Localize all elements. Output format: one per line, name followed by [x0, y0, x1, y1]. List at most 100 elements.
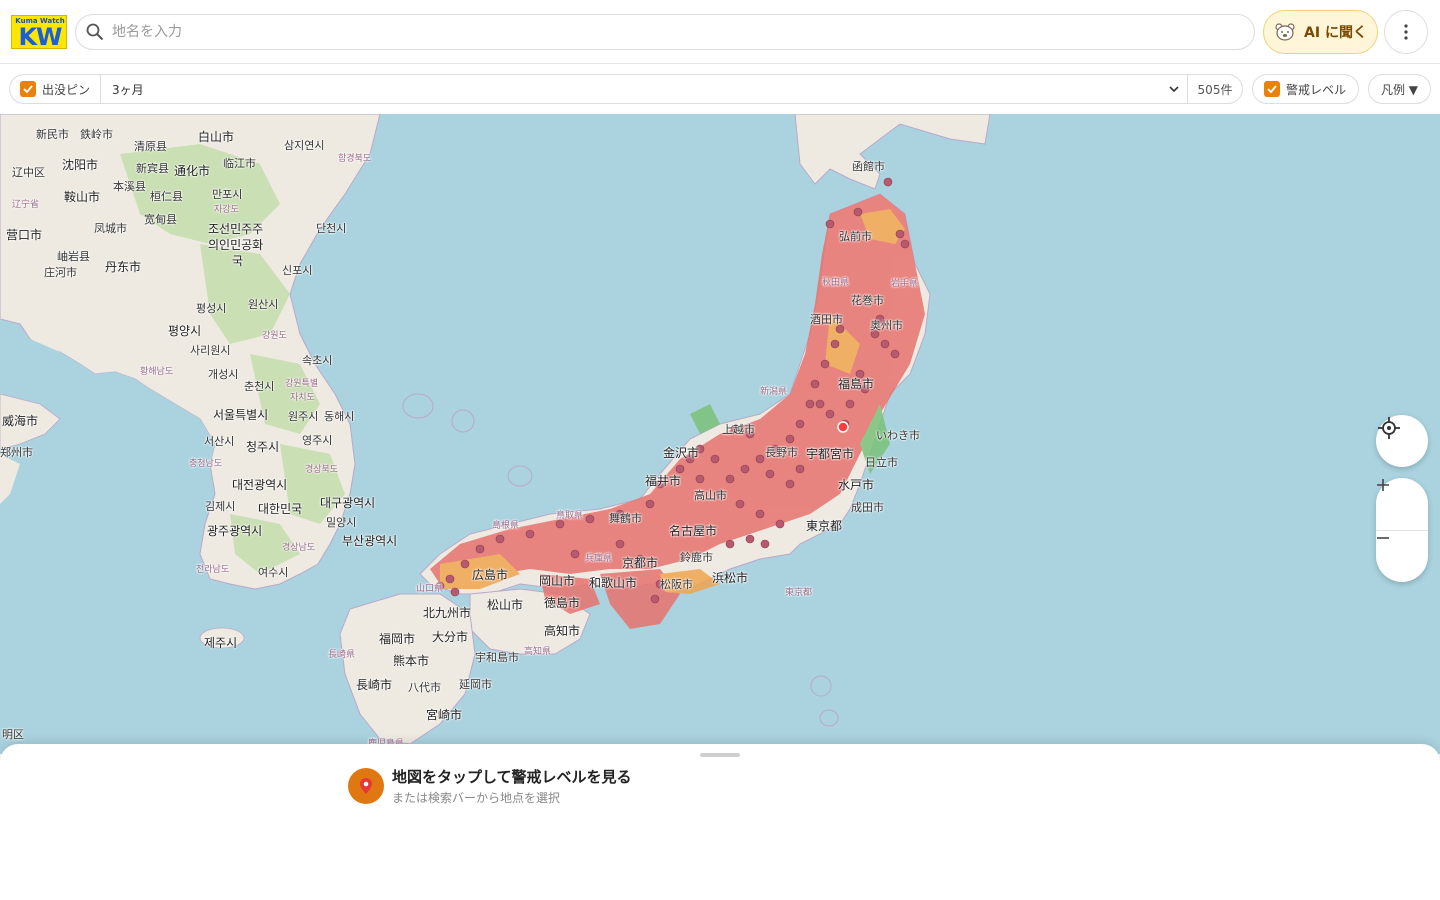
bottom-sheet: 地図をタップして警戒レベルを見る または検索バーから地点を選択: [0, 744, 1440, 900]
map-place-label: 松阪市: [660, 578, 693, 591]
map-place-label: 凤城市: [94, 222, 127, 235]
plus-icon: [1377, 479, 1389, 491]
pins-checkbox[interactable]: [20, 81, 36, 97]
more-menu-button[interactable]: [1384, 10, 1428, 54]
map-place-label: 新潟県: [760, 387, 788, 397]
map-place-label: 花巻市: [851, 294, 884, 307]
map-place-label: 桓仁县: [150, 190, 183, 203]
map-place-label: 松山市: [487, 598, 524, 612]
sighting-count: 505件: [1188, 74, 1243, 104]
map-place-label: 名古屋市: [669, 524, 718, 538]
map-place-label: 函館市: [852, 160, 885, 173]
more-vertical-icon: [1404, 24, 1408, 40]
map-place-label: 辽宁省: [12, 200, 40, 210]
search-input[interactable]: [112, 19, 1232, 45]
map-place-label: 兵庫県: [585, 554, 613, 564]
hokkaido-landmass: [794, 114, 991, 190]
map-place-label: 강원특별: [285, 379, 319, 389]
map-place-label: 鳥取県: [556, 511, 584, 521]
search-bar[interactable]: [75, 14, 1255, 50]
sheet-drag-handle[interactable]: [700, 753, 740, 757]
locate-me-button[interactable]: [1376, 415, 1428, 467]
map-place-label: 上越市: [722, 423, 755, 436]
map-place-label: 사리원시: [190, 344, 231, 357]
map-place-label: 長崎県: [328, 650, 356, 660]
map-place-label: 속초시: [302, 354, 333, 367]
logo-main-text: KW: [18, 23, 62, 51]
map-place-label: 舞鶴市: [609, 512, 642, 525]
map-place-label: 日立市: [865, 456, 898, 469]
map-place-label: 北九州市: [423, 606, 472, 620]
map-place-label: 원주시: [288, 410, 319, 423]
legend-button[interactable]: 凡例 ▼: [1368, 74, 1431, 104]
map-place-label: いわき市: [876, 429, 920, 442]
current-location-marker: [837, 421, 849, 433]
map-place-label: 奥州市: [870, 319, 903, 332]
map-place-label: 郑州市: [0, 446, 33, 459]
map-place-label: 威海市: [2, 414, 39, 428]
map-place-label: 밀양시: [326, 516, 357, 529]
map-place-label: 의인민공화: [208, 238, 264, 252]
map-place-label: 경상남도: [282, 543, 316, 553]
map-place-label: 만포시: [212, 188, 243, 201]
map-place-label: 단천시: [316, 222, 347, 235]
map-place-label: 成田市: [851, 501, 884, 514]
alert-level-toggle[interactable]: 警戒レベル: [1252, 74, 1359, 104]
map-place-label: 本溪县: [113, 180, 146, 193]
map-place-label: 延岡市: [459, 678, 492, 691]
sighting-pins-toggle[interactable]: 出没ピン: [9, 74, 100, 104]
map-place-label: 개성시: [208, 368, 239, 381]
map-place-label: 宇和島市: [475, 651, 519, 664]
ask-ai-button[interactable]: AI に聞く: [1263, 10, 1378, 54]
map-place-label: 临江市: [223, 157, 256, 170]
map-place-label: 김제시: [205, 500, 236, 513]
map-place-label: 여수시: [258, 566, 289, 579]
kuma-watch-logo[interactable]: Kuma Watch KW: [11, 15, 67, 51]
map-place-label: 宇都宮市: [806, 447, 855, 461]
map-place-label: 沈阳市: [62, 158, 99, 172]
map-place-label: 서산시: [204, 435, 235, 448]
zoom-controls: [1376, 478, 1428, 582]
zoom-out-button[interactable]: [1376, 530, 1428, 582]
period-select[interactable]: 3ヶ月: [100, 74, 1188, 104]
ask-ai-label: AI に聞く: [1304, 25, 1367, 41]
map-place-label: 자강도: [214, 205, 239, 215]
map-place-label: 福井市: [645, 474, 682, 488]
map-place-label: 평성시: [196, 302, 227, 315]
map-place-label: 강원도: [262, 331, 287, 341]
chevron-down-icon: [1169, 86, 1179, 93]
alert-label: 警戒レベル: [1286, 82, 1347, 97]
map-place-label: 八代市: [408, 681, 441, 694]
map-place-label: 신포시: [282, 264, 313, 277]
map-place-label: 자치도: [290, 393, 315, 403]
map-place-label: 대전광역시: [232, 478, 288, 492]
map-place-label: 浜松市: [712, 571, 749, 585]
map-place-label: 경상북도: [305, 465, 339, 475]
map-place-label: 鉄岭市: [80, 128, 113, 141]
period-value: 3ヶ月: [112, 82, 144, 97]
map-place-label: 金沢市: [663, 446, 700, 460]
map-place-label: 弘前市: [839, 230, 872, 243]
map-place-label: 宽甸县: [144, 213, 177, 226]
crosshair-icon: [1378, 417, 1400, 439]
map-place-label: 長崎市: [356, 678, 393, 692]
map-place-label: 福島市: [838, 377, 875, 391]
map-place-label: 岡山市: [539, 574, 576, 588]
map-place-label: 대한민국: [258, 502, 303, 516]
map-place-label: 청주시: [246, 440, 280, 454]
map-place-label: 辽中区: [12, 166, 45, 179]
map-place-label: 京都市: [622, 556, 659, 570]
sheet-title: 地図をタップして警戒レベルを見る: [392, 768, 632, 786]
zoom-in-button[interactable]: [1376, 478, 1428, 530]
alert-checkbox[interactable]: [1264, 81, 1280, 97]
map-view[interactable]: 新民市 鉄岭市 白山市 沈阳市 清原县 临江市 辽中区 本溪县 新宾县 通化市 鞍山市 桓仁县 辽宁省宽…: [0, 114, 1440, 754]
map-place-label: 함경북도: [338, 154, 372, 164]
map-place-label: 营口市: [6, 228, 43, 242]
search-icon: [86, 23, 104, 41]
map-place-label: 島根県: [492, 521, 520, 531]
map-place-label: 전라남도: [196, 565, 230, 575]
map-place-label: 조선민주주: [208, 222, 264, 236]
map-place-label: 삼지연시: [284, 139, 325, 152]
map-place-label: 국: [232, 254, 244, 268]
map-place-label: 원산시: [248, 298, 279, 311]
